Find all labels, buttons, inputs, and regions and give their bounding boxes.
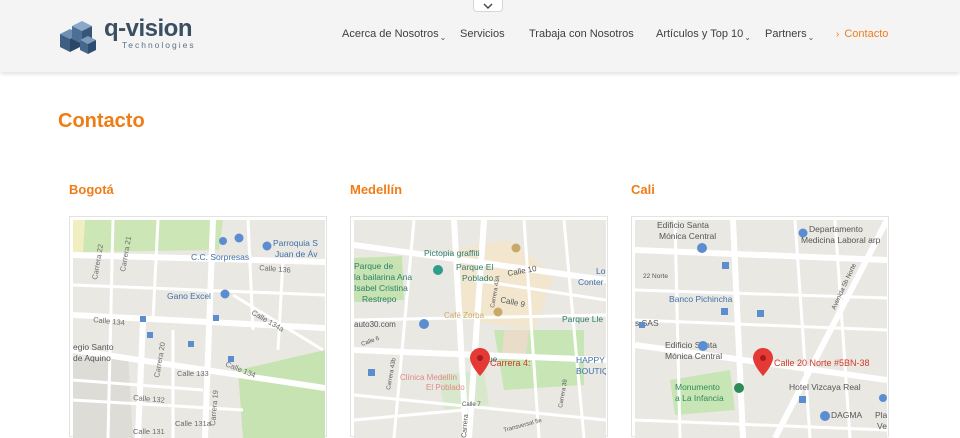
map-poi-label: C.C. Sorpresas bbox=[191, 252, 249, 262]
map-poi-label: Conter bbox=[578, 277, 604, 287]
chevron-down-icon: ⌄ bbox=[807, 33, 815, 42]
map-label: Calle 7 bbox=[462, 402, 481, 408]
map-poi-label: Medicina Laboral arp bbox=[801, 235, 881, 245]
map-poi-label: Monumento bbox=[675, 382, 720, 392]
nav-item-contacto[interactable]: › Contacto bbox=[836, 27, 888, 42]
map-poi-label: Parque El bbox=[456, 262, 493, 272]
map-bogota[interactable]: Carrera 22 Carrera 21 Calle 134 Calle 13… bbox=[69, 216, 327, 438]
map-canvas[interactable]: Pictopia graffiti Parque El Poblado Parq… bbox=[354, 220, 606, 438]
city-title-medellin: Medellín bbox=[350, 182, 403, 197]
map-poi-label: Mónica Central bbox=[665, 351, 722, 361]
nav-item-servicios[interactable]: Servicios bbox=[460, 27, 505, 41]
map-medellin[interactable]: Pictopia graffiti Parque El Poblado Parq… bbox=[350, 216, 608, 438]
chevron-right-icon: › bbox=[836, 29, 840, 40]
nav-item-trabaja[interactable]: Trabaja con Nosotros bbox=[529, 27, 634, 41]
map-poi-label: s SAS bbox=[635, 318, 659, 328]
map-poi-label: Juan de Áv bbox=[275, 249, 318, 259]
map-poi-label: Lo bbox=[596, 266, 606, 276]
map-label: Calle 133 bbox=[177, 369, 209, 378]
map-poi-label: BOUTIQU bbox=[576, 366, 606, 376]
map-label: Calle 131a bbox=[175, 419, 212, 428]
nav-item-articulos[interactable]: Artículos y Top 10⌄ bbox=[656, 27, 751, 42]
map-poi-label: Café Zorba bbox=[444, 311, 485, 320]
map-poi-label: egio Santo bbox=[73, 342, 114, 352]
nav-item-acerca[interactable]: Acerca de Nosotros⌄ bbox=[342, 27, 446, 42]
map-poi-label: Mónica Central bbox=[659, 231, 716, 241]
map-poi-label: Parque de bbox=[354, 261, 393, 271]
map-poi-label: DAGMA bbox=[831, 410, 863, 420]
map-pin-label: Carrera 4: bbox=[490, 358, 531, 368]
main-nav: Acerca de Nosotros⌄ Servicios Trabaja co… bbox=[0, 27, 960, 43]
map-poi-label: Isabel Cristina bbox=[354, 283, 408, 293]
city-title-bogota: Bogotá bbox=[69, 182, 114, 197]
map-poi-label: Poblado bbox=[462, 273, 493, 283]
map-label: Calle 131 bbox=[133, 427, 165, 436]
map-poi-label: El Poblado bbox=[426, 383, 465, 392]
page-title: Contacto bbox=[58, 110, 145, 132]
header-collapse-toggle[interactable] bbox=[473, 0, 503, 12]
map-poi-label: HAPPY bbox=[576, 355, 605, 365]
map-label: 22 Norte bbox=[643, 273, 668, 280]
map-poi-label: Clínica Medellín bbox=[400, 373, 457, 382]
map-canvas[interactable]: Edificio Santa Mónica Central Departamen… bbox=[635, 220, 887, 438]
map-pin-label: Calle 20 Norte #5BN-38 bbox=[774, 358, 870, 368]
map-canvas[interactable]: Carrera 22 Carrera 21 Calle 134 Calle 13… bbox=[73, 220, 325, 438]
chevron-down-icon: ⌄ bbox=[439, 33, 447, 42]
site-header: q-vision Technologies Acerca de Nosotros… bbox=[0, 0, 960, 72]
map-poi-label: la bailarina Ana bbox=[354, 272, 412, 282]
chevron-down-icon bbox=[483, 3, 493, 9]
map-poi-label: Banco Pichincha bbox=[669, 294, 733, 304]
map-poi-label: Hotel Vizcaya Real bbox=[789, 382, 861, 392]
map-poi-label: Parque Lle bbox=[562, 314, 603, 324]
map-poi-label: Edificio Santa bbox=[665, 340, 717, 350]
map-poi-label: Gano Excel bbox=[167, 291, 211, 301]
map-poi-label: auto30.com bbox=[354, 320, 396, 329]
map-poi-label: Departamento bbox=[809, 224, 863, 234]
chevron-down-icon: ⌄ bbox=[744, 33, 751, 42]
map-poi-label: Parroquia S bbox=[273, 238, 318, 248]
map-cali[interactable]: Edificio Santa Mónica Central Departamen… bbox=[631, 216, 889, 438]
city-title-cali: Cali bbox=[631, 182, 655, 197]
map-poi-label: Pictopia graffiti bbox=[424, 248, 480, 258]
map-poi-label: Restrepo bbox=[362, 294, 397, 304]
map-poi-label: Ver bbox=[877, 421, 887, 431]
map-poi-label: Edificio Santa bbox=[657, 220, 709, 230]
map-poi-label: de Aquino bbox=[73, 353, 111, 363]
map-poi-label: Pla bbox=[875, 410, 887, 420]
nav-item-partners[interactable]: Partners⌄ bbox=[765, 27, 814, 42]
map-poi-label: a La Infancia bbox=[675, 393, 724, 403]
